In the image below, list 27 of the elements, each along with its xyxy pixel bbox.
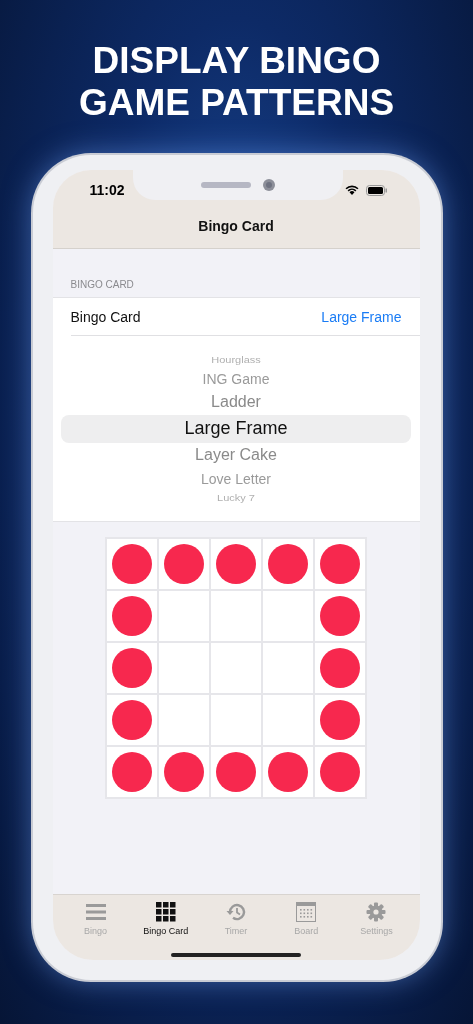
picker-option[interactable]: ING Game — [202, 367, 270, 390]
calendar-icon — [296, 902, 317, 922]
picker-option[interactable]: Love Letter — [200, 467, 272, 490]
speaker-icon — [200, 182, 251, 188]
picker-option[interactable]: Large Frame — [61, 414, 411, 443]
tab[interactable]: Settings — [341, 895, 412, 960]
section-header: BINGO CARD — [70, 279, 135, 290]
tab[interactable]: Timer — [200, 895, 272, 960]
picker-option[interactable]: Hourglass — [211, 353, 261, 366]
status-time: 11:02 — [89, 182, 125, 198]
picker-option[interactable]: Layer Cake — [195, 442, 277, 468]
settings-icon — [366, 902, 387, 922]
tab[interactable]: Bingo Card — [130, 895, 201, 960]
picker-option[interactable]: Lucky 7 — [217, 491, 255, 504]
nav-title: Bingo Card — [197, 218, 275, 234]
row-label: Bingo Card — [70, 308, 141, 325]
tab[interactable]: Board — [271, 895, 342, 960]
wifi-icon — [343, 184, 360, 196]
battery-icon — [365, 184, 388, 196]
tab[interactable]: Bingo — [60, 895, 131, 960]
row-value[interactable]: Large Frame — [321, 308, 402, 325]
camera-icon — [262, 179, 275, 191]
headline: DISPLAY BINGO GAME PATTERNS — [78, 40, 395, 125]
picker-option[interactable]: Ladder — [211, 389, 261, 415]
menu-icon — [85, 904, 106, 920]
history-icon — [225, 902, 247, 922]
grid-icon — [155, 902, 176, 922]
